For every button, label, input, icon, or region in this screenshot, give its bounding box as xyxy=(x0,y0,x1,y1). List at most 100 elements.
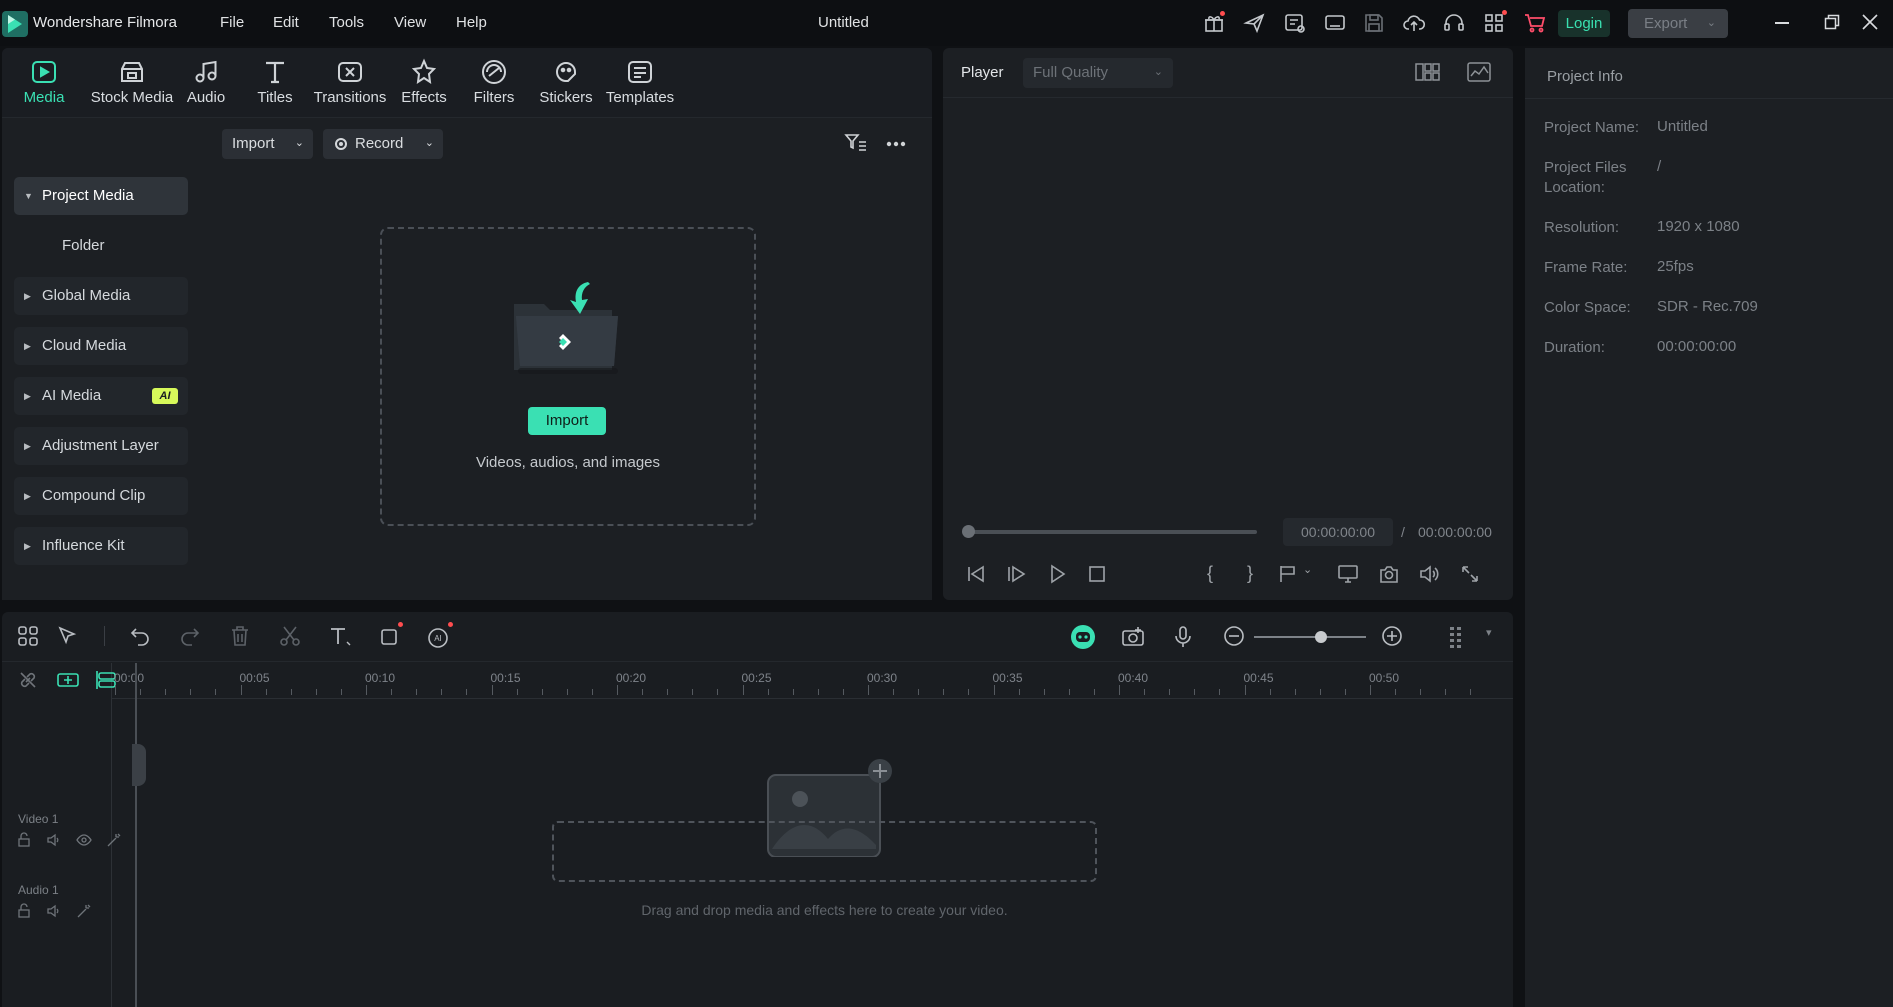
zoom-slider-handle[interactable] xyxy=(1315,631,1327,643)
auto-enhance-icon[interactable] xyxy=(76,903,92,919)
feedback-icon[interactable] xyxy=(1283,11,1307,35)
zoom-out-icon[interactable] xyxy=(1222,624,1248,650)
tab-filters[interactable]: Filters xyxy=(466,48,522,118)
cloud-upload-icon[interactable] xyxy=(1402,11,1426,35)
info-label-frame-rate: Frame Rate: xyxy=(1544,259,1628,276)
media-panel: Media Stock Media Audio Titles Transitio… xyxy=(2,48,932,600)
menu-help[interactable]: Help xyxy=(456,14,487,31)
import-button[interactable]: Import xyxy=(528,407,606,435)
add-track-icon[interactable] xyxy=(56,670,80,690)
sidebar-item-global-media[interactable]: ▶ Global Media xyxy=(14,277,188,315)
layout-grid-icon[interactable] xyxy=(16,624,42,650)
mark-in-icon[interactable]: { xyxy=(1199,563,1221,585)
import-dropdown[interactable]: Import ⌄ xyxy=(222,129,313,159)
sidebar-item-compound-clip[interactable]: ▶ Compound Clip xyxy=(14,477,188,515)
tab-stickers[interactable]: Stickers xyxy=(534,48,598,118)
apps-icon[interactable] xyxy=(1482,10,1507,35)
timeline-ruler[interactable]: 00:00 00:05 00:10 00:15 00:20 00:25 00:30 00:35… xyxy=(112,663,1513,699)
snapshot-icon[interactable] xyxy=(1378,563,1400,585)
playhead-grip[interactable] xyxy=(132,744,146,786)
volume-icon[interactable] xyxy=(1418,563,1440,585)
menu-file[interactable]: File xyxy=(220,14,244,31)
quality-dropdown[interactable]: Full Quality ⌄ xyxy=(1023,58,1173,88)
auto-enhance-icon[interactable] xyxy=(106,832,122,848)
sidebar-item-folder[interactable]: Folder xyxy=(62,237,105,254)
player-preview[interactable] xyxy=(943,99,1513,531)
save-icon[interactable] xyxy=(1362,11,1386,35)
eye-icon[interactable] xyxy=(76,832,92,848)
display-icon[interactable] xyxy=(1337,563,1359,585)
sidebar-item-ai-media[interactable]: ▶ AI Media AI xyxy=(14,377,188,415)
chevron-down-icon[interactable]: ▾ xyxy=(1486,626,1492,639)
record-dropdown[interactable]: Record ⌄ xyxy=(323,129,443,159)
ruler-tick xyxy=(1043,689,1045,695)
chevron-down-icon: ⌄ xyxy=(1706,17,1716,29)
marker-icon[interactable] xyxy=(1277,563,1299,585)
ai-assistant-icon[interactable] xyxy=(1070,624,1096,650)
timeline-drop-target[interactable] xyxy=(552,821,1097,882)
link-icon[interactable] xyxy=(18,670,38,690)
menu-edit[interactable]: Edit xyxy=(273,14,299,31)
export-button[interactable]: Export ⌄ xyxy=(1628,9,1728,38)
track-height-icon[interactable] xyxy=(1446,624,1472,650)
chevron-down-icon: ⌄ xyxy=(424,137,434,149)
record-icon xyxy=(335,138,347,150)
microphone-icon[interactable] xyxy=(1170,624,1196,650)
sidebar-item-project-media[interactable]: ▼ Project Media xyxy=(14,177,188,215)
tab-templates[interactable]: Templates xyxy=(600,48,680,118)
login-button[interactable]: Login xyxy=(1558,10,1610,37)
headset-icon[interactable] xyxy=(1442,11,1466,35)
text-tool-icon[interactable] xyxy=(328,624,354,650)
player-progress-bar[interactable] xyxy=(967,530,1257,534)
play-icon[interactable] xyxy=(1046,563,1068,585)
menu-view[interactable]: View xyxy=(394,14,426,31)
camera-record-icon[interactable] xyxy=(1120,624,1146,650)
ai-tools-icon[interactable]: AI xyxy=(426,622,453,650)
chevron-down-icon[interactable]: ⌄ xyxy=(1303,563,1317,585)
tab-audio[interactable]: Audio xyxy=(180,48,232,118)
mute-icon[interactable] xyxy=(46,903,62,919)
more-options-icon[interactable] xyxy=(886,141,906,147)
fullscreen-icon[interactable] xyxy=(1459,563,1481,585)
current-timecode[interactable]: 00:00:00:00 xyxy=(1283,518,1393,546)
minimize-icon[interactable] xyxy=(1775,22,1789,24)
redo-icon[interactable] xyxy=(178,624,204,650)
sidebar-item-influence-kit[interactable]: ▶ Influence Kit xyxy=(14,527,188,565)
menu-tools[interactable]: Tools xyxy=(329,14,364,31)
gift-icon[interactable] xyxy=(1202,11,1226,35)
mark-out-icon[interactable]: } xyxy=(1239,563,1261,585)
sidebar-item-cloud-media[interactable]: ▶ Cloud Media xyxy=(14,327,188,365)
mute-icon[interactable] xyxy=(46,832,62,848)
playhead[interactable] xyxy=(135,663,137,1007)
close-icon[interactable] xyxy=(1862,14,1878,30)
info-value-resolution: 1920 x 1080 xyxy=(1657,218,1740,235)
prev-frame-icon[interactable] xyxy=(965,563,987,585)
ruler-tick xyxy=(1344,689,1346,695)
zoom-in-icon[interactable] xyxy=(1380,624,1406,650)
tab-stock-media[interactable]: Stock Media xyxy=(82,48,182,118)
stop-icon[interactable] xyxy=(1086,563,1108,585)
player-progress-handle[interactable] xyxy=(962,525,975,538)
send-icon[interactable] xyxy=(1243,11,1267,35)
crop-icon[interactable] xyxy=(378,622,404,650)
undo-icon[interactable] xyxy=(128,624,154,650)
lock-icon[interactable] xyxy=(16,832,32,848)
next-frame-icon[interactable] xyxy=(1005,563,1027,585)
grid-view-icon[interactable] xyxy=(1415,62,1441,82)
screen-icon[interactable] xyxy=(1323,11,1347,35)
cut-icon[interactable] xyxy=(278,624,304,650)
waveform-view-icon[interactable] xyxy=(1467,62,1491,82)
select-tool-icon[interactable] xyxy=(56,624,82,650)
delete-icon[interactable] xyxy=(228,624,254,650)
zoom-slider[interactable] xyxy=(1254,636,1366,638)
restore-icon[interactable] xyxy=(1824,14,1840,30)
cart-icon[interactable] xyxy=(1523,11,1547,35)
tab-media[interactable]: Media xyxy=(12,48,76,118)
tab-titles[interactable]: Titles xyxy=(250,48,300,118)
tab-effects[interactable]: Effects xyxy=(396,48,452,118)
filter-sort-icon[interactable] xyxy=(844,132,868,154)
stickers-icon xyxy=(552,58,580,86)
tab-transitions[interactable]: Transitions xyxy=(308,48,392,118)
lock-icon[interactable] xyxy=(16,903,32,919)
sidebar-item-adjustment-layer[interactable]: ▶ Adjustment Layer xyxy=(14,427,188,465)
